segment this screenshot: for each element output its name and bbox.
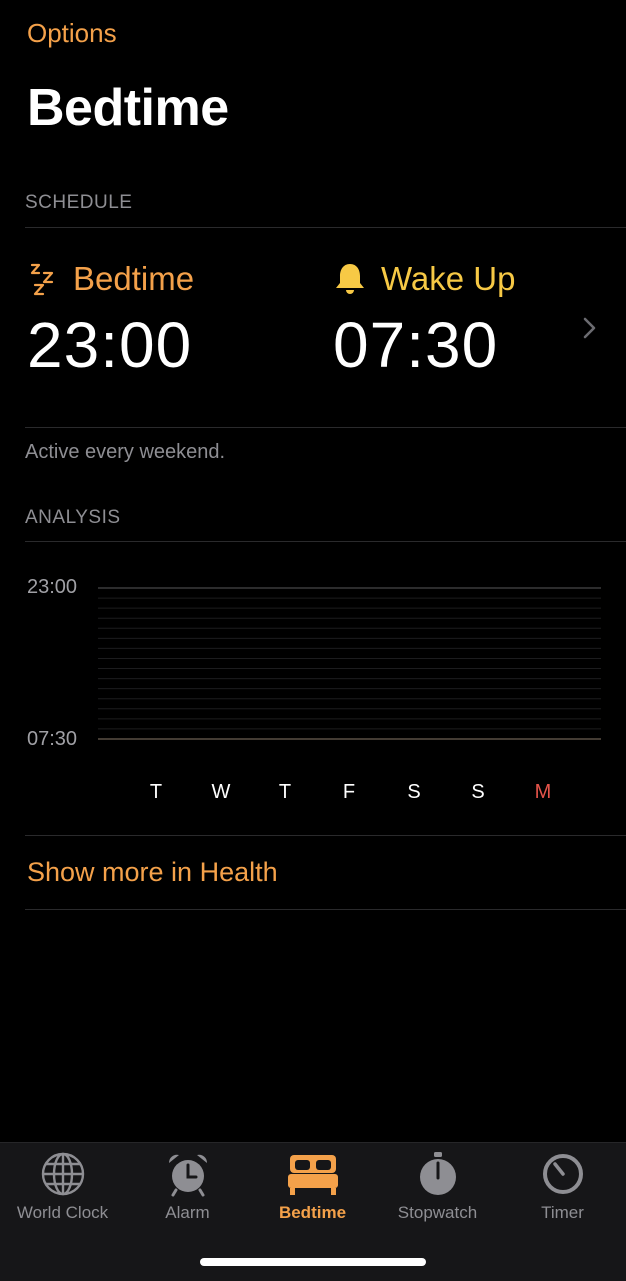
bedtime-label: Bedtime <box>73 260 195 297</box>
stopwatch-icon <box>415 1151 461 1197</box>
day-label: S <box>407 781 421 803</box>
tab-timer[interactable]: Timer <box>500 1151 625 1223</box>
zzz-icon <box>27 261 59 297</box>
show-more-in-health-link[interactable]: Show more in Health <box>27 857 278 888</box>
day-label: S <box>471 781 485 803</box>
bedtime-time: 23:00 <box>27 309 193 381</box>
divider <box>25 909 626 910</box>
home-indicator <box>200 1258 426 1266</box>
timer-icon <box>540 1151 586 1197</box>
bell-icon <box>333 261 367 297</box>
tab-bedtime[interactable]: Bedtime <box>250 1151 375 1223</box>
divider <box>25 227 626 228</box>
divider <box>25 835 626 836</box>
day-label: W <box>211 781 231 803</box>
tab-label: World Clock <box>16 1203 109 1222</box>
tab-world-clock[interactable]: World Clock <box>0 1151 125 1223</box>
sleep-analysis-chart <box>98 587 601 740</box>
bedtime-block: Bedtime 23:00 <box>27 260 194 382</box>
day-label: F <box>342 781 356 803</box>
bed-icon <box>287 1151 338 1197</box>
wakeup-label: Wake Up <box>381 260 516 297</box>
day-label: T <box>149 781 163 803</box>
options-button[interactable]: Options <box>27 18 117 49</box>
divider <box>25 427 626 428</box>
divider <box>25 541 626 542</box>
wakeup-block: Wake Up 07:30 <box>333 260 515 382</box>
tab-label: Alarm <box>165 1203 210 1222</box>
schedule-status-text: Active every weekend. <box>25 441 226 463</box>
page-title: Bedtime <box>27 79 229 137</box>
wakeup-time: 07:30 <box>333 309 499 381</box>
tab-label: Bedtime <box>278 1203 347 1222</box>
chevron-right-icon[interactable] <box>580 316 600 340</box>
tab-label: Stopwatch <box>397 1203 478 1222</box>
alarm-clock-icon <box>165 1151 211 1197</box>
schedule-section-label: SCHEDULE <box>25 192 133 213</box>
day-label-today: M <box>534 781 552 803</box>
day-label: T <box>278 781 292 803</box>
tab-alarm[interactable]: Alarm <box>125 1151 250 1223</box>
globe-icon <box>40 1151 86 1197</box>
tab-label: Timer <box>541 1203 584 1222</box>
analysis-section-label: ANALYSIS <box>25 507 121 528</box>
tab-stopwatch[interactable]: Stopwatch <box>375 1151 500 1223</box>
